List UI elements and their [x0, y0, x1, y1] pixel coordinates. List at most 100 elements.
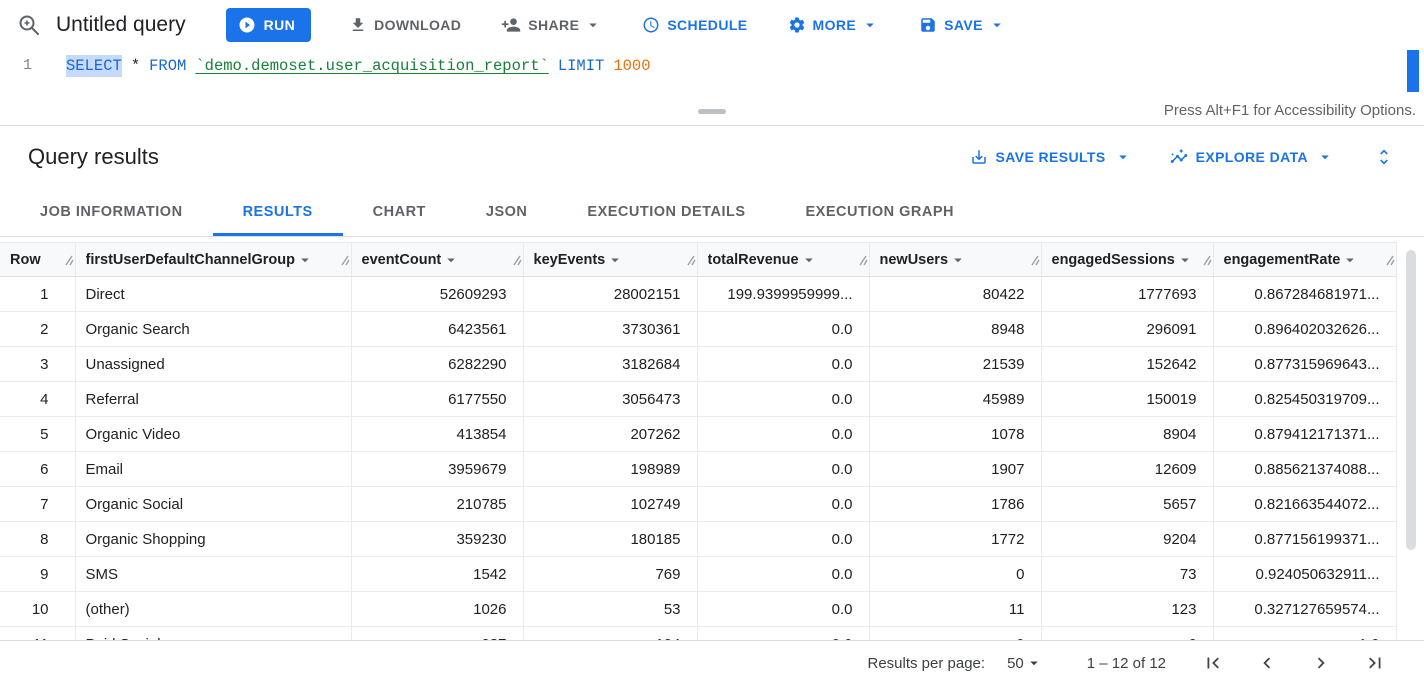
person-add-icon	[501, 15, 521, 35]
bigquery-query-window: Untitled query RUN DOWNLOAD SHARE SCHE	[0, 0, 1424, 685]
sql-token-table-ref[interactable]: `demo.demoset.user_acquisition_report`	[195, 55, 548, 77]
data-cell: 0.0	[697, 312, 869, 347]
table-row: 9SMS15427690.00730.924050632911...	[0, 557, 1396, 592]
editor-scrollbar-thumb[interactable]	[1407, 50, 1419, 92]
column-header-keyevents[interactable]: keyEvents	[523, 243, 697, 277]
table-row: 4Referral617755030564730.0459891500190.8…	[0, 382, 1396, 417]
chevron-down-icon	[1025, 654, 1043, 672]
column-header-totalrevenue[interactable]: totalRevenue	[697, 243, 869, 277]
editor-scrollbar[interactable]	[1407, 50, 1419, 100]
row-number-cell: 1	[0, 277, 75, 312]
data-cell: 3959679	[351, 452, 523, 487]
column-header-firstuserdefaultchannelgroup[interactable]: firstUserDefaultChannelGroup	[75, 243, 351, 277]
column-resize-handle[interactable]	[1202, 254, 1212, 266]
tab-execution-graph[interactable]: EXECUTION GRAPH	[776, 188, 985, 236]
splitter-drag-handle[interactable]	[698, 109, 726, 114]
play-circle-icon	[238, 16, 256, 34]
tab-json[interactable]: JSON	[456, 188, 558, 236]
data-cell: 3182684	[523, 347, 697, 382]
sort-dropdown-icon[interactable]	[949, 251, 967, 269]
data-cell: 5657	[1041, 487, 1213, 522]
table-row: 10(other)1026530.0111230.327127659574...	[0, 592, 1396, 627]
sort-dropdown-icon[interactable]	[1176, 251, 1194, 269]
data-cell: 296091	[1041, 312, 1213, 347]
last-page-button[interactable]	[1364, 652, 1386, 674]
query-title: Untitled query	[56, 13, 186, 37]
data-cell: (other)	[75, 592, 351, 627]
data-cell: 6282290	[351, 347, 523, 382]
data-cell: Organic Social	[75, 487, 351, 522]
sql-code-line[interactable]: SELECT*FROM`demo.demoset.user_acquisitio…	[66, 55, 660, 77]
query-toolbar: Untitled query RUN DOWNLOAD SHARE SCHE	[0, 0, 1424, 50]
column-resize-handle[interactable]	[686, 254, 696, 266]
column-header-eventcount[interactable]: eventCount	[351, 243, 523, 277]
explore-data-button[interactable]: EXPLORE DATA	[1170, 148, 1334, 166]
column-resize-handle[interactable]	[1030, 254, 1040, 266]
column-resize-handle[interactable]	[512, 254, 522, 266]
table-vertical-scrollbar[interactable]	[1396, 242, 1424, 640]
first-page-button[interactable]	[1202, 652, 1224, 674]
table-scrollbar-thumb[interactable]	[1406, 250, 1416, 550]
tab-execution-details[interactable]: EXECUTION DETAILS	[557, 188, 775, 236]
data-cell: 53	[523, 592, 697, 627]
results-tabbar: JOB INFORMATION RESULTS CHART JSON EXECU…	[0, 188, 1424, 237]
sort-dropdown-icon[interactable]	[606, 251, 624, 269]
data-cell: 413854	[351, 417, 523, 452]
results-table: Row firstUserDefaultChannelGroup eventCoun…	[0, 242, 1424, 640]
sort-dropdown-icon[interactable]	[1341, 251, 1359, 269]
column-resize-handle[interactable]	[340, 254, 350, 266]
table-row: 3Unassigned628229031826840.0215391526420…	[0, 347, 1396, 382]
data-cell: 0.885621374088...	[1213, 452, 1396, 487]
line-number: 1	[0, 55, 48, 77]
data-cell: 0.877156199371...	[1213, 522, 1396, 557]
more-button[interactable]: MORE	[776, 8, 892, 42]
data-cell: 0.0	[697, 522, 869, 557]
share-button[interactable]: SHARE	[489, 8, 614, 42]
sql-token-select: SELECT	[66, 55, 122, 77]
column-label: firstUserDefaultChannelGroup	[86, 252, 295, 268]
run-button[interactable]: RUN	[226, 8, 312, 42]
column-header-newusers[interactable]: newUsers	[869, 243, 1041, 277]
data-cell: 1.0	[1213, 627, 1396, 641]
sort-dropdown-icon[interactable]	[296, 251, 314, 269]
page-size-select[interactable]: 50	[1007, 654, 1043, 672]
data-cell: 359230	[351, 522, 523, 557]
tab-results[interactable]: RESULTS	[213, 188, 343, 236]
data-cell: 8904	[1041, 417, 1213, 452]
tab-job-information[interactable]: JOB INFORMATION	[10, 188, 213, 236]
data-cell: 8948	[869, 312, 1041, 347]
data-cell: 0	[869, 627, 1041, 641]
column-resize-handle[interactable]	[1385, 254, 1395, 266]
expand-results-button[interactable]	[1372, 145, 1396, 169]
sort-dropdown-icon[interactable]	[442, 251, 460, 269]
previous-page-button[interactable]	[1256, 652, 1278, 674]
row-number-cell: 2	[0, 312, 75, 347]
sql-editor[interactable]: 1 SELECT*FROM`demo.demoset.user_acquisit…	[0, 50, 1424, 100]
column-resize-handle[interactable]	[64, 254, 74, 266]
data-cell: Email	[75, 452, 351, 487]
download-label: DOWNLOAD	[374, 17, 461, 33]
column-header-engagementrate[interactable]: engagementRate	[1213, 243, 1396, 277]
save-results-button[interactable]: SAVE RESULTS	[970, 148, 1132, 166]
editor-results-splitter: Press Alt+F1 for Accessibility Options.	[0, 100, 1424, 126]
schedule-button[interactable]: SCHEDULE	[630, 8, 759, 42]
column-header-row[interactable]: Row	[0, 243, 75, 277]
row-number-cell: 10	[0, 592, 75, 627]
sort-dropdown-icon[interactable]	[800, 251, 818, 269]
table-header-row: Row firstUserDefaultChannelGroup eventCoun…	[0, 243, 1396, 277]
data-cell: 937	[351, 627, 523, 641]
download-button[interactable]: DOWNLOAD	[337, 8, 473, 42]
column-resize-handle[interactable]	[858, 254, 868, 266]
data-cell: 6	[1041, 627, 1213, 641]
column-label: engagedSessions	[1052, 252, 1175, 268]
data-cell: Unassigned	[75, 347, 351, 382]
tab-chart[interactable]: CHART	[343, 188, 456, 236]
data-cell: 0.0	[697, 382, 869, 417]
bigquery-query-icon	[16, 12, 42, 38]
row-number-cell: 8	[0, 522, 75, 557]
next-page-button[interactable]	[1310, 652, 1332, 674]
save-button[interactable]: SAVE	[907, 8, 1018, 42]
column-header-engagedsessions[interactable]: engagedSessions	[1041, 243, 1213, 277]
data-cell: 0.877315969643...	[1213, 347, 1396, 382]
data-cell: 0.0	[697, 592, 869, 627]
